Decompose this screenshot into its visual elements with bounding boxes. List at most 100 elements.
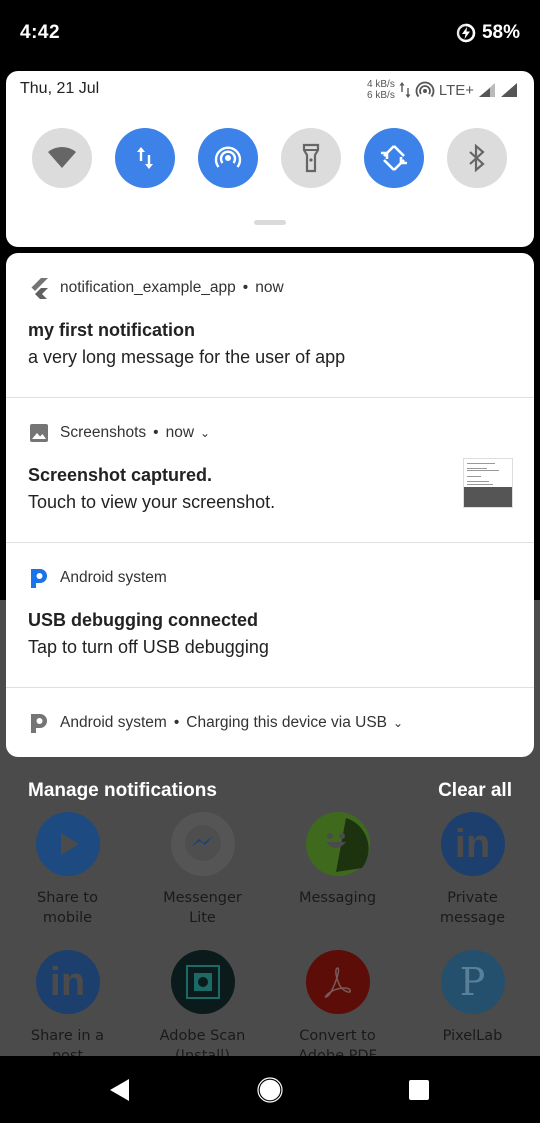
thumb-line <box>467 481 489 482</box>
qs-status-icons: 4 kB/s 6 kB/s LTE+ <box>367 79 518 101</box>
network-type: LTE+ <box>438 81 474 99</box>
share-label: Messaging <box>298 890 377 906</box>
notification-item[interactable]: Screenshots • now ⌄ Screenshot captured.… <box>6 398 534 542</box>
screenshot-thumbnail[interactable] <box>463 458 513 508</box>
notification-text: Touch to view your screenshot. <box>28 492 276 512</box>
share-label: Lite <box>189 910 216 926</box>
share-target-messenger-lite[interactable]: Messenger Lite <box>135 812 270 928</box>
flutter-icon <box>28 277 50 299</box>
share-target-adobe-pdf[interactable]: Convert to Adobe PDF <box>270 950 405 1066</box>
notification-title: my first notification <box>28 320 196 340</box>
separator-dot: • <box>242 279 249 296</box>
tile-mobile-data[interactable] <box>115 128 175 188</box>
linkedin-icon: in <box>35 950 100 1014</box>
share-target-share-in-post[interactable]: in Share in a post <box>0 950 135 1066</box>
share-label: mobile <box>42 910 93 926</box>
back-icon <box>110 1078 129 1101</box>
tile-hotspot[interactable] <box>198 128 258 188</box>
share-label: Share to <box>36 890 98 906</box>
notification-text: a very long message for the user of app <box>28 347 346 367</box>
share-target-private-message[interactable]: in Private message <box>405 812 540 928</box>
share-label: Adobe Scan <box>159 1028 246 1044</box>
tile-auto-rotate[interactable] <box>364 128 424 188</box>
tile-flashlight[interactable] <box>281 128 341 188</box>
image-icon <box>28 422 50 444</box>
quick-settings-panel: Thu, 21 Jul 4 kB/s 6 kB/s LTE+ <box>6 71 534 247</box>
signal-sim1-icon <box>479 83 495 97</box>
play-icon <box>35 812 100 876</box>
notification-app-name: notification_example_app <box>60 279 236 296</box>
share-row-1: Share to mobile Messenger Lite Messaging… <box>0 812 540 928</box>
notification-time: now <box>255 279 284 296</box>
clock: 4:42 <box>20 22 61 43</box>
flashlight-icon <box>302 143 320 173</box>
share-target-share-to-mobile[interactable]: Share to mobile <box>0 812 135 928</box>
chevron-down-icon[interactable]: ⌄ <box>200 426 210 440</box>
notification-time: now <box>165 424 195 441</box>
android-system-icon <box>28 712 50 734</box>
tile-wifi[interactable] <box>32 128 92 188</box>
notification-header: notification_example_app • now <box>28 277 284 299</box>
notification-item[interactable]: Android system • Charging this device vi… <box>6 688 534 757</box>
clear-all-button[interactable]: Clear all <box>438 780 512 802</box>
battery-indicator: 58% <box>456 22 520 44</box>
share-label: Messenger <box>163 890 242 906</box>
thumb-line <box>467 484 493 485</box>
share-target-messaging[interactable]: Messaging <box>270 812 405 928</box>
home-button[interactable] <box>240 1056 300 1123</box>
hotspot-status-icon <box>415 81 435 98</box>
qs-drag-handle[interactable] <box>254 220 286 225</box>
bluetooth-icon <box>469 143 485 173</box>
share-target-pixellab[interactable]: P PixelLab <box>405 950 540 1066</box>
back-button[interactable] <box>90 1056 150 1123</box>
auto-rotate-icon <box>381 145 407 171</box>
thumb-line <box>467 463 495 464</box>
notification-title: USB debugging connected <box>28 610 259 630</box>
mobile-data-icon <box>137 147 153 169</box>
notification-app-name: Screenshots <box>60 424 147 441</box>
thumb-line <box>467 468 487 469</box>
network-speed: 4 kB/s 6 kB/s <box>367 79 395 101</box>
chevron-down-icon[interactable]: ⌄ <box>393 716 403 730</box>
notification-app-name: Android system <box>60 714 167 731</box>
tile-bluetooth[interactable] <box>447 128 507 188</box>
notification-text: Tap to turn off USB debugging <box>28 637 269 657</box>
notification-header: Android system • Charging this device vi… <box>28 712 403 734</box>
adobe-pdf-icon <box>305 950 370 1014</box>
home-icon <box>257 1076 283 1103</box>
status-bar: 4:42 58% <box>0 0 540 68</box>
messaging-icon <box>305 812 370 876</box>
thumb-dark-area <box>464 487 512 507</box>
net-speed-up: 4 kB/s <box>367 79 395 90</box>
net-speed-down: 6 kB/s <box>367 90 395 101</box>
battery-charging-icon <box>456 23 476 43</box>
notification-app-name: Android system <box>60 569 167 586</box>
pixellab-icon: P <box>440 950 505 1014</box>
manage-notifications-button[interactable]: Manage notifications <box>28 780 217 802</box>
notification-summary: Charging this device via USB <box>186 714 388 731</box>
battery-percent: 58% <box>481 22 520 43</box>
share-label: message <box>439 910 506 926</box>
signal-sim2-icon <box>501 83 517 97</box>
messenger-icon <box>170 812 235 876</box>
share-row-2: in Share in a post Adobe Scan (Install) … <box>0 950 540 1066</box>
share-target-adobe-scan[interactable]: Adobe Scan (Install) <box>135 950 270 1066</box>
share-label: Share in a <box>30 1028 105 1044</box>
separator-dot: • <box>173 714 180 731</box>
notification-footer: Manage notifications Clear all <box>28 780 512 802</box>
notification-header: Android system <box>28 567 167 589</box>
wifi-icon <box>48 146 76 168</box>
navigation-bar <box>0 1056 540 1123</box>
notification-title: Screenshot captured. <box>28 465 213 485</box>
notification-item[interactable]: Android system USB debugging connected T… <box>6 543 534 687</box>
recents-button[interactable] <box>389 1056 449 1123</box>
recents-icon <box>409 1079 429 1100</box>
hotspot-icon <box>214 146 242 168</box>
date-label[interactable]: Thu, 21 Jul <box>20 80 99 98</box>
share-label: PixelLab <box>442 1028 503 1044</box>
share-label: Convert to <box>299 1028 376 1044</box>
data-activity-icon <box>399 82 411 98</box>
notification-header: Screenshots • now ⌄ <box>28 422 210 444</box>
separator-dot: • <box>153 424 159 441</box>
notification-item[interactable]: notification_example_app • now my first … <box>6 253 534 397</box>
